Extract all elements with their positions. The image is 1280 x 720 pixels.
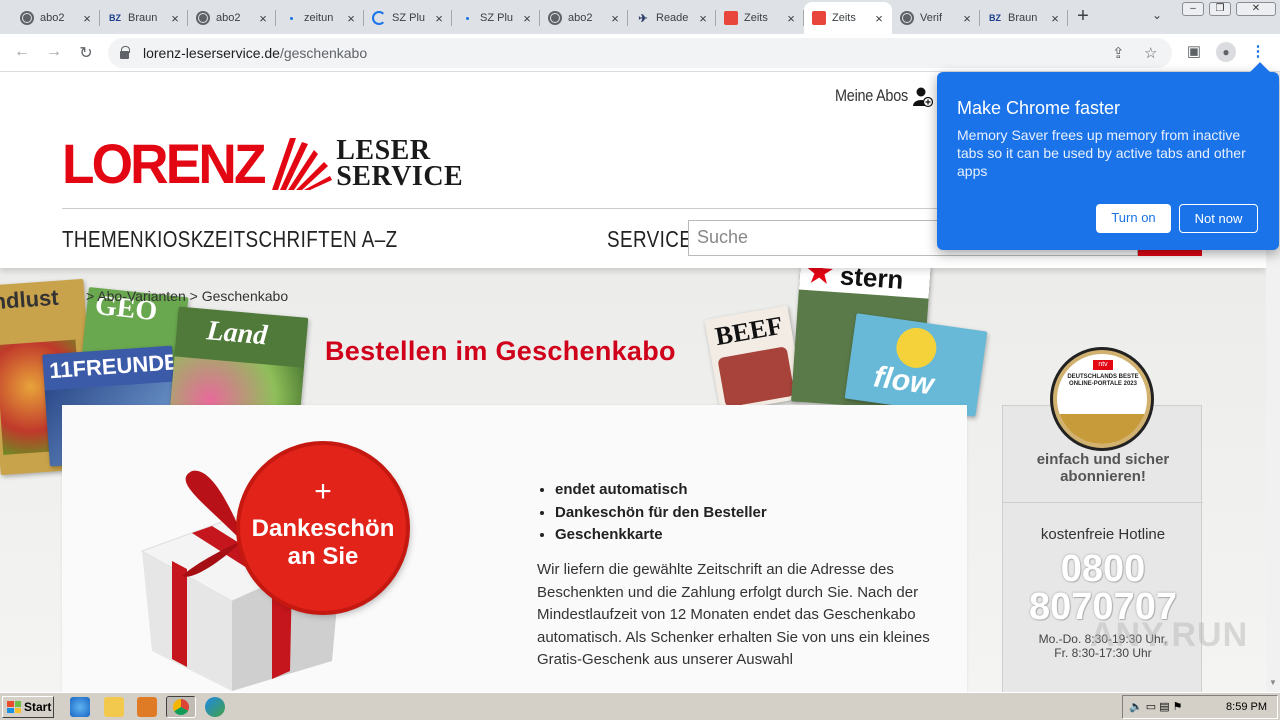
clock: 8:59 PM <box>1226 701 1267 713</box>
memory-saver-popup: Make Chrome faster Memory Saver frees up… <box>937 72 1279 250</box>
not-now-button[interactable]: Not now <box>1179 204 1258 233</box>
feature-item: Dankeschön für den Besteller <box>555 502 767 525</box>
watermark-logo: ANY.RUN <box>1090 616 1249 654</box>
tab-11[interactable]: Verif × <box>892 2 980 34</box>
logo-wordmark: LORENZ <box>62 132 266 195</box>
tab-10-active[interactable]: Zeits × <box>804 2 892 34</box>
globe-icon <box>196 11 210 25</box>
page-title: Bestellen im Geschenkabo <box>325 336 676 366</box>
minimize-icon[interactable]: – <box>1182 2 1204 16</box>
magazine-flow: flow <box>844 313 988 417</box>
tab-search-icon[interactable]: ⌄ <box>1152 8 1162 22</box>
dankeschoen-badge: + Dankeschön an Sie <box>240 445 406 611</box>
tab-1[interactable]: abo2 × <box>12 2 100 34</box>
globe-icon <box>20 11 34 25</box>
close-tab-icon[interactable]: × <box>256 11 270 26</box>
loading-dot-icon <box>284 11 298 25</box>
forward-icon[interactable]: → <box>44 43 64 61</box>
url-domain: lorenz-leserservice.de <box>143 45 280 61</box>
breadcrumb[interactable]: > Abo-Varianten > Geschenkabo <box>86 288 288 304</box>
award-seal-icon: ntv DEUTSCHLANDS BESTE ONLINE-PORTALE 20… <box>1053 350 1151 448</box>
user-add-icon[interactable] <box>913 86 933 108</box>
bookmark-star-icon[interactable]: ☆ <box>1144 44 1157 62</box>
profile-icon[interactable]: ● <box>1216 42 1236 62</box>
close-tab-icon[interactable]: × <box>1048 11 1062 26</box>
restore-icon[interactable]: ❐ <box>1209 2 1231 16</box>
system-tray: 🔈 ▭ ▤ ⚑ 8:59 PM <box>1122 695 1278 719</box>
close-tab-icon[interactable]: × <box>344 11 358 26</box>
nav-zeitschriften-a-z[interactable]: ZEITSCHRIFTEN A–Z <box>203 226 398 253</box>
bz-icon: BZ <box>989 13 1001 23</box>
close-tab-icon[interactable]: × <box>520 11 534 26</box>
tab-7[interactable]: abo2 × <box>540 2 628 34</box>
logo-sunrays-icon <box>272 138 333 190</box>
close-tab-icon[interactable]: × <box>608 11 622 26</box>
menu-kebab-icon[interactable]: ⋮ <box>1248 42 1268 62</box>
tab-2[interactable]: BZ Braun × <box>100 2 188 34</box>
media-player-icon[interactable] <box>137 697 157 717</box>
globe-icon <box>548 11 562 25</box>
nav-service[interactable]: SERVICE <box>607 226 692 253</box>
ie-icon[interactable] <box>70 697 90 717</box>
reload-icon[interactable]: ↻ <box>76 43 96 63</box>
back-icon[interactable]: ← <box>12 43 32 61</box>
lock-icon[interactable] <box>120 46 130 59</box>
tab-strip: abo2 × BZ Braun × abo2 × zeitun × SZ Plu × SZ … <box>0 0 1280 34</box>
tray-icons[interactable]: 🔈 ▭ ▤ ⚑ <box>1129 700 1183 713</box>
edge-icon[interactable] <box>205 697 225 717</box>
popup-body: Memory Saver frees up memory from inacti… <box>957 127 1246 179</box>
tab-5[interactable]: SZ Plu × <box>364 2 452 34</box>
geschenkabo-card: + Dankeschön an Sie endet automatisch Da… <box>62 405 967 692</box>
hotline-label: kostenfreie Hotline <box>1040 526 1166 543</box>
globe-icon <box>900 11 914 25</box>
lorenz-icon <box>812 11 826 25</box>
geschenkabo-description: Wir liefern die gewählte Zeitschrift an … <box>537 561 930 668</box>
tab-8[interactable]: ✈ Reade × <box>628 2 716 34</box>
windows-logo-icon <box>7 701 21 713</box>
loading-dot-icon <box>460 11 474 25</box>
nav-themenkiosk[interactable]: THEMENKIOSK <box>62 226 204 253</box>
magazine-beef: BEEF <box>704 305 804 413</box>
tab-3[interactable]: abo2 × <box>188 2 276 34</box>
tab-9[interactable]: Zeits × <box>716 2 804 34</box>
lorenz-icon <box>724 11 738 25</box>
feature-list: endet automatisch Dankeschön für den Bes… <box>537 479 767 547</box>
tab-4[interactable]: zeitun × <box>276 2 364 34</box>
folder-icon[interactable] <box>104 697 124 717</box>
logo-leser-service: LESER SERVICE <box>336 135 464 192</box>
bird-icon: ✈ <box>638 12 648 25</box>
tab-6[interactable]: SZ Plu × <box>452 2 540 34</box>
feature-item: Geschenkkarte <box>555 524 767 547</box>
close-tab-icon[interactable]: × <box>168 11 182 26</box>
tab-12[interactable]: BZ Braun × <box>980 2 1068 34</box>
feature-item: endet automatisch <box>555 479 767 502</box>
hotline-number[interactable]: 0800 8070707 <box>1003 550 1203 626</box>
bz-icon: BZ <box>109 13 121 23</box>
popup-title: Make Chrome faster <box>957 98 1121 118</box>
close-tab-icon[interactable]: × <box>696 11 710 26</box>
chrome-taskbar-button[interactable] <box>166 696 196 718</box>
turn-on-button[interactable]: Turn on <box>1096 204 1171 233</box>
start-button[interactable]: Start <box>2 696 54 718</box>
close-tab-icon[interactable]: × <box>80 11 94 26</box>
new-tab-button[interactable]: + <box>1072 6 1094 28</box>
loading-spinner-icon <box>372 11 386 25</box>
windows-taskbar: Start 🔈 ▭ ▤ ⚑ 8:59 PM <box>0 692 1280 720</box>
close-tab-icon[interactable]: × <box>960 11 974 26</box>
sidebar-slogan: einfach und sicher abonnieren! <box>1036 451 1170 485</box>
url-path: /geschenkabo <box>279 45 368 61</box>
close-tab-icon[interactable]: × <box>872 11 886 26</box>
chrome-icon <box>173 699 189 715</box>
close-tab-icon[interactable]: × <box>432 11 446 26</box>
close-window-icon[interactable]: ✕ <box>1236 2 1276 16</box>
close-tab-icon[interactable]: × <box>784 11 798 26</box>
meine-abos-link[interactable]: Meine Abos <box>835 86 908 106</box>
side-panel-icon[interactable]: ▣ <box>1184 42 1204 62</box>
share-icon[interactable]: ⇪ <box>1112 44 1125 62</box>
browser-toolbar: ← → ↻ lorenz-leserservice.de/geschenkabo… <box>0 34 1280 72</box>
lorenz-logo[interactable]: LORENZ LESER SERVICE <box>62 136 463 192</box>
address-bar[interactable]: lorenz-leserservice.de/geschenkabo ⇪ ☆ <box>108 38 1172 68</box>
